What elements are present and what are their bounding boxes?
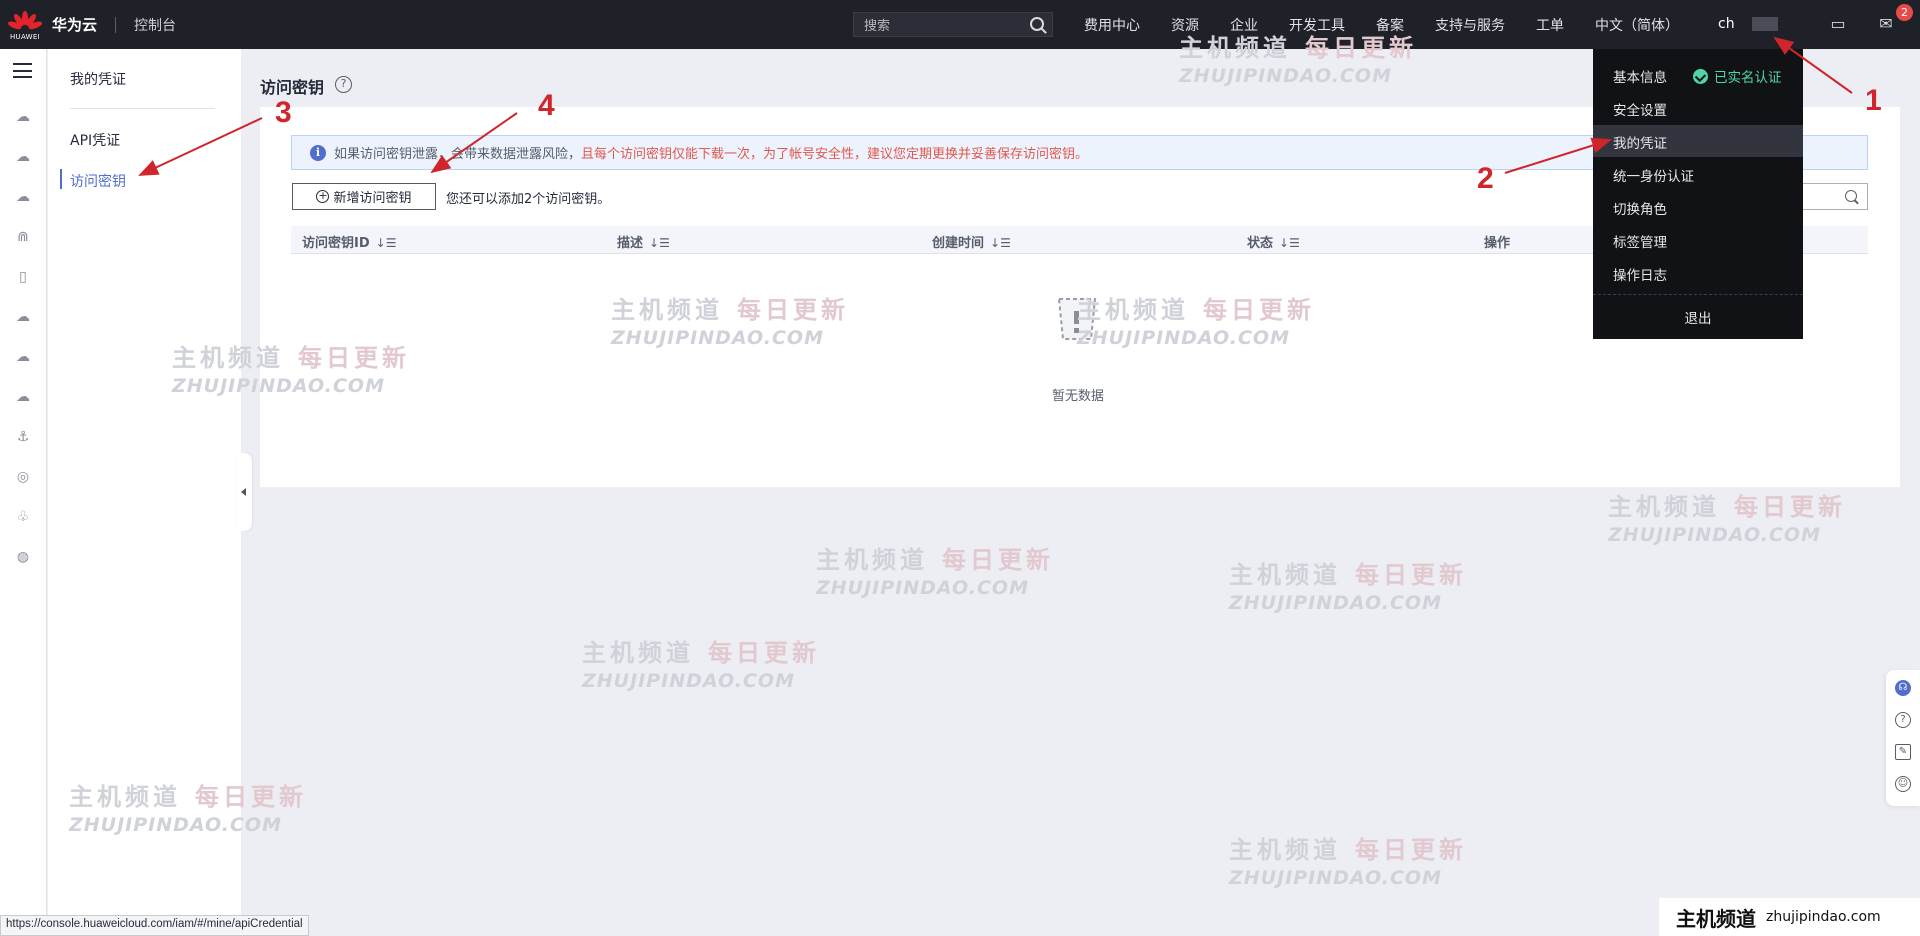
credentials-sidebar: 我的凭证 API凭证 访问密钥 bbox=[48, 49, 241, 936]
customer-service-icon[interactable]: ☊ bbox=[1895, 680, 1911, 696]
cloud-icon[interactable]: ☁ bbox=[14, 149, 32, 165]
branding-en: zhujipindao.com bbox=[1766, 909, 1881, 925]
user-name-redacted bbox=[1752, 17, 1778, 31]
sort-icon: ↓☰ bbox=[990, 236, 1011, 250]
huawei-logo[interactable]: HUAWEI bbox=[0, 0, 50, 49]
watermark: 主机频道 每日更新 ZHUJIPINDAO.COM bbox=[1608, 492, 1846, 546]
watermark: 主机频道 每日更新 ZHUJIPINDAO.COM bbox=[1229, 835, 1467, 889]
cloud-monitor-icon[interactable]: ☁ bbox=[14, 349, 32, 365]
annotation-number-4: 4 bbox=[538, 89, 555, 122]
menu-separator bbox=[1593, 294, 1803, 295]
sidebar-collapse-toggle[interactable] bbox=[236, 453, 252, 531]
column-header-status[interactable]: 状态 ↓☰ bbox=[1247, 232, 1300, 251]
global-search-input[interactable]: 搜索 bbox=[853, 12, 1053, 37]
sidebar-title: 我的凭证 bbox=[70, 72, 126, 88]
huawei-logo-icon bbox=[7, 9, 43, 31]
sidebar-divider bbox=[70, 108, 215, 109]
smile-icon[interactable]: ☺ bbox=[1895, 776, 1911, 792]
globe-icon[interactable]: ◍ bbox=[14, 549, 32, 565]
remaining-keys-hint: 您还可以添加2个访问密钥。 bbox=[446, 192, 611, 207]
site-branding: 主机频道 zhujipindao.com bbox=[1659, 898, 1920, 936]
menu-item-my-credentials[interactable]: 我的凭证 bbox=[1613, 132, 1667, 152]
menu-item-tag-management[interactable]: 标签管理 bbox=[1613, 231, 1667, 251]
notice-text: 如果访问密钥泄露，会带来数据泄露风险， bbox=[334, 147, 582, 162]
annotation-number-1: 1 bbox=[1865, 84, 1882, 117]
cluster-icon[interactable]: ♧ bbox=[14, 509, 32, 525]
empty-data-text: 暂无数据 bbox=[1052, 389, 1105, 404]
watermark: 主机频道 每日更新 ZHUJIPINDAO.COM bbox=[582, 638, 820, 692]
menu-item-logout[interactable]: 退出 bbox=[1593, 307, 1803, 327]
sort-icon: ↓☰ bbox=[649, 236, 670, 250]
anchor-icon[interactable]: ⚓ bbox=[14, 429, 32, 445]
console-link[interactable]: 控制台 bbox=[134, 15, 176, 35]
branding-cn: 主机频道 bbox=[1676, 906, 1756, 931]
nav-language[interactable]: 中文（简体） bbox=[1595, 15, 1679, 35]
message-icon[interactable]: ✉ bbox=[1876, 14, 1896, 34]
cloud-service-icon[interactable]: ☁ bbox=[14, 309, 32, 325]
verified-badge: 已实名认证 bbox=[1693, 66, 1782, 86]
feedback-icon[interactable]: ✎ bbox=[1895, 744, 1911, 760]
question-icon[interactable]: ? bbox=[1895, 712, 1911, 728]
cloud-shell-icon[interactable]: ▭ bbox=[1828, 14, 1848, 34]
search-placeholder: 搜索 bbox=[864, 19, 891, 34]
column-header-key-id[interactable]: 访问密钥ID ↓☰ bbox=[302, 232, 396, 251]
help-icon[interactable]: ? bbox=[335, 76, 352, 93]
search-icon[interactable] bbox=[1845, 190, 1857, 202]
sidebar-item-access-keys[interactable]: 访问密钥 bbox=[70, 171, 126, 191]
menu-item-iam[interactable]: 统一身份认证 bbox=[1613, 165, 1694, 185]
menu-item-security-settings[interactable]: 安全设置 bbox=[1613, 99, 1667, 119]
brand-divider bbox=[115, 16, 117, 33]
empty-data-icon bbox=[1057, 298, 1097, 340]
notice-warning-text: 且每个访问密钥仅能下载一次，为了帐号安全性，建议您定期更换并妥善保存访问密钥。 bbox=[581, 147, 1089, 162]
user-dropdown-menu: 基本信息 已实名认证 安全设置 我的凭证 统一身份认证 切换角色 标签管理 操作… bbox=[1593, 49, 1803, 339]
browser-status-url: https://console.huaweicloud.com/iam/#/mi… bbox=[0, 915, 309, 936]
add-access-key-label: 新增访问密钥 bbox=[333, 191, 412, 206]
sort-icon: ↓☰ bbox=[375, 236, 397, 250]
message-count-badge: 2 bbox=[1896, 4, 1913, 21]
column-header-actions: 操作 bbox=[1484, 236, 1511, 251]
user-name[interactable]: ch bbox=[1718, 16, 1735, 32]
nav-tickets[interactable]: 工单 bbox=[1536, 15, 1564, 35]
page-title: 访问密钥 bbox=[260, 78, 325, 97]
nav-icp-filing[interactable]: 备案 bbox=[1376, 15, 1404, 35]
service-icon-rail: ☁ ☁ ☁ ⋒ ▯ ☁ ☁ ☁ ⚓ ◎ ♧ ◍ bbox=[0, 49, 47, 936]
menu-item-operation-log[interactable]: 操作日志 bbox=[1613, 264, 1667, 284]
column-header-description[interactable]: 描述 ↓☰ bbox=[617, 232, 670, 251]
sort-icon: ↓☰ bbox=[1279, 236, 1300, 250]
column-header-created-time[interactable]: 创建时间 ↓☰ bbox=[932, 232, 1011, 251]
sidebar-active-indicator bbox=[60, 169, 62, 189]
nav-support[interactable]: 支持与服务 bbox=[1435, 15, 1505, 35]
watermark: 主机频道 每日更新 ZHUJIPINDAO.COM bbox=[816, 545, 1054, 599]
cloud-backup-icon[interactable]: ☁ bbox=[14, 389, 32, 405]
top-nav-links: 费用中心 资源 企业 开发工具 备案 支持与服务 工单 中文（简体） bbox=[1084, 0, 1710, 49]
cloud-server-icon[interactable]: ☁ bbox=[14, 109, 32, 125]
menu-item-basic-info[interactable]: 基本信息 bbox=[1613, 66, 1667, 86]
annotation-number-3: 3 bbox=[275, 96, 292, 129]
brand-name[interactable]: 华为云 bbox=[52, 14, 97, 35]
info-icon: i bbox=[310, 144, 326, 161]
nav-billing[interactable]: 费用中心 bbox=[1084, 15, 1140, 35]
floating-help-toolbar: ☊ ? ✎ ☺ bbox=[1886, 670, 1920, 806]
network-icon[interactable]: ⋒ bbox=[14, 229, 32, 245]
menu-item-switch-role[interactable]: 切换角色 bbox=[1613, 198, 1667, 218]
search-icon[interactable] bbox=[1030, 17, 1044, 31]
storage-icon[interactable]: ☁ bbox=[14, 189, 32, 205]
nav-resources[interactable]: 资源 bbox=[1171, 15, 1199, 35]
nav-enterprise[interactable]: 企业 bbox=[1230, 15, 1258, 35]
nav-dev-tools[interactable]: 开发工具 bbox=[1289, 15, 1345, 35]
watermark: 主机频道 每日更新 ZHUJIPINDAO.COM bbox=[1229, 560, 1467, 614]
logo-text: HUAWEI bbox=[9, 32, 40, 41]
database-icon[interactable]: ▯ bbox=[14, 269, 32, 285]
plus-circle-icon: + bbox=[316, 189, 330, 203]
check-circle-icon bbox=[1693, 68, 1708, 84]
menu-icon[interactable] bbox=[13, 63, 32, 78]
sidebar-item-api-credentials[interactable]: API凭证 bbox=[70, 130, 120, 150]
add-access-key-button[interactable]: + 新增访问密钥 bbox=[292, 183, 436, 210]
ip-icon[interactable]: ◎ bbox=[14, 469, 32, 485]
annotation-number-2: 2 bbox=[1477, 162, 1494, 195]
